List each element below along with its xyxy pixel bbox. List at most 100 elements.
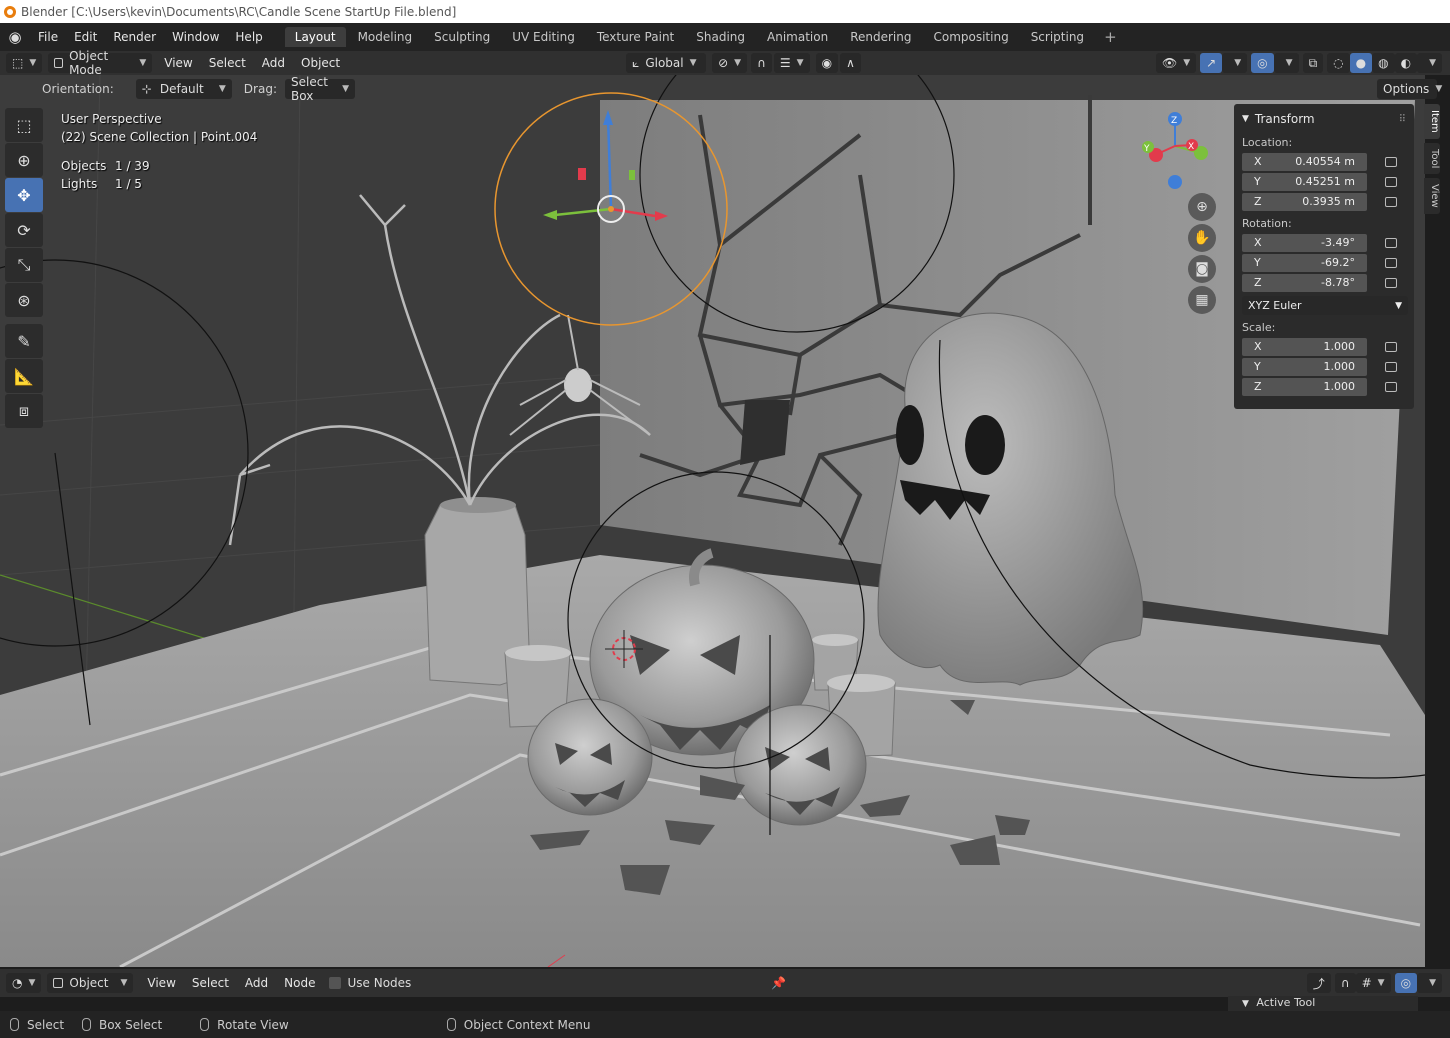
gizmo-toggle-button[interactable]: ↗ <box>1200 53 1223 73</box>
add-cube-icon: ⧈ <box>18 401 30 420</box>
select-box-tool[interactable]: ⬚ <box>5 108 43 142</box>
move-tool[interactable]: ✥ <box>5 178 43 212</box>
mode-select[interactable]: Object Mode ▼ <box>48 49 153 77</box>
menu-view[interactable]: View <box>156 56 200 70</box>
shading-rendered-button[interactable]: ◐ <box>1394 53 1418 73</box>
lock-icon[interactable] <box>1385 176 1397 187</box>
lock-icon[interactable] <box>1385 237 1397 248</box>
transform-header[interactable]: ▼ Transform ⠿ <box>1242 108 1406 130</box>
overlays-dropdown[interactable]: ▼ <box>1273 53 1299 73</box>
snap-toggle-button[interactable]: ∩ <box>751 53 772 73</box>
tab-sculpting[interactable]: Sculpting <box>424 27 500 47</box>
gizmo-dropdown[interactable]: ▼ <box>1222 53 1248 73</box>
proportional-edit-button[interactable]: ◉ <box>815 53 839 73</box>
shading-solid-button[interactable]: ● <box>1349 53 1373 73</box>
overlays-dropdown[interactable]: ▼ <box>1417 973 1442 993</box>
menu-view[interactable]: View <box>139 976 183 990</box>
status-select: Select <box>10 1018 64 1032</box>
visibility-button[interactable]: 👁 ▼ <box>1156 53 1197 73</box>
sidebar-tab-tool[interactable]: Tool <box>1424 142 1440 175</box>
menu-select[interactable]: Select <box>184 976 237 990</box>
ortho-toggle-button[interactable]: ▦ <box>1188 286 1216 314</box>
menu-select[interactable]: Select <box>201 56 254 70</box>
xray-toggle-button[interactable]: ⧉ <box>1302 53 1324 73</box>
magnet-icon: ∩ <box>1340 976 1350 990</box>
location-x-field[interactable]: X 0.40554 m <box>1242 152 1367 171</box>
annotate-tool[interactable]: ✎ <box>5 324 43 358</box>
editor-type-button[interactable]: ◔ ▼ <box>6 973 42 993</box>
parent-node-button[interactable]: ⤴ <box>1306 973 1331 993</box>
use-nodes-checkbox[interactable] <box>329 977 342 989</box>
shading-wireframe-button[interactable]: ◌ <box>1327 53 1350 73</box>
sidebar-tab-view[interactable]: View <box>1424 178 1440 214</box>
tab-rendering[interactable]: Rendering <box>840 27 921 47</box>
transform-tool[interactable]: ⊛ <box>5 283 43 317</box>
pan-button[interactable]: ✋ <box>1188 224 1216 252</box>
lock-icon[interactable] <box>1385 156 1397 167</box>
overlays-toggle-button[interactable]: ◎ <box>1251 53 1274 73</box>
menu-add[interactable]: Add <box>254 56 293 70</box>
cursor-tool[interactable]: ⊕ <box>5 143 43 177</box>
location-z-field[interactable]: Z 0.3935 m <box>1242 192 1367 211</box>
scale-z-field[interactable]: Z 1.000 <box>1242 377 1367 396</box>
rotation-z-field[interactable]: Z -8.78° <box>1242 273 1367 292</box>
orientation-select[interactable]: ⊹ Default ▼ <box>135 79 232 99</box>
blender-menu-icon[interactable]: ◉ <box>0 28 30 46</box>
snap-increment-icon: ☰ <box>779 56 791 70</box>
active-tool-panel[interactable]: ▼ Active Tool <box>1228 996 1418 1011</box>
scale-y-field[interactable]: Y 1.000 <box>1242 357 1367 376</box>
camera-view-button[interactable]: ◙ <box>1188 255 1216 283</box>
falloff-button[interactable]: ∧ <box>840 53 861 73</box>
menu-file[interactable]: File <box>30 30 66 44</box>
lock-icon[interactable] <box>1385 361 1397 372</box>
rotate-tool[interactable]: ⟳ <box>5 213 43 247</box>
drag-select[interactable]: Select Box ▼ <box>284 75 355 103</box>
options-button[interactable]: Options ▼ <box>1377 79 1442 99</box>
tab-modeling[interactable]: Modeling <box>348 27 423 47</box>
menu-help[interactable]: Help <box>227 30 270 44</box>
scale-tool[interactable]: ⤡ <box>5 248 43 282</box>
rotation-mode-select[interactable]: XYZ Euler ▼ <box>1242 296 1408 315</box>
tab-scripting[interactable]: Scripting <box>1021 27 1094 47</box>
tab-texture-paint[interactable]: Texture Paint <box>587 27 684 47</box>
drag-handle-icon[interactable]: ⠿ <box>1399 114 1406 125</box>
use-nodes-toggle[interactable]: Use Nodes <box>329 976 411 990</box>
material-sphere-icon: ◍ <box>1378 56 1389 70</box>
measure-tool[interactable]: 📐 <box>5 359 43 393</box>
add-workspace-button[interactable]: + <box>1096 28 1125 46</box>
editor-type-button[interactable]: ⬚ ▼ <box>6 53 43 73</box>
menu-edit[interactable]: Edit <box>66 30 105 44</box>
snap-element-button[interactable]: # ▼ <box>1355 973 1391 993</box>
menu-object[interactable]: Object <box>293 56 348 70</box>
shading-material-button[interactable]: ◍ <box>1372 53 1395 73</box>
snap-toggle-button[interactable]: ∩ <box>1334 973 1356 993</box>
rotation-y-field[interactable]: Y -69.2° <box>1242 253 1367 272</box>
menu-render[interactable]: Render <box>105 30 164 44</box>
menu-window[interactable]: Window <box>164 30 227 44</box>
tab-animation[interactable]: Animation <box>757 27 838 47</box>
pin-icon[interactable]: 📌 <box>771 976 786 990</box>
tab-layout[interactable]: Layout <box>284 27 346 47</box>
tab-uv-editing[interactable]: UV Editing <box>502 27 585 47</box>
location-y-field[interactable]: Y 0.45251 m <box>1242 172 1367 191</box>
tab-compositing[interactable]: Compositing <box>923 27 1018 47</box>
sidebar-tab-item[interactable]: Item <box>1424 104 1440 139</box>
zoom-button[interactable]: ⊕ <box>1188 193 1216 221</box>
shading-dropdown[interactable]: ▼ <box>1417 53 1442 73</box>
add-cube-tool[interactable]: ⧈ <box>5 394 43 428</box>
snap-target-button[interactable]: ☰ ▼ <box>773 53 810 73</box>
lock-icon[interactable] <box>1385 257 1397 268</box>
shader-type-select[interactable]: Object ▼ <box>47 973 134 993</box>
scale-x-field[interactable]: X 1.000 <box>1242 337 1367 356</box>
transform-orientation-select[interactable]: ⟀ Global ▼ <box>626 53 707 73</box>
tab-shading[interactable]: Shading <box>686 27 755 47</box>
lock-icon[interactable] <box>1385 341 1397 352</box>
pivot-point-button[interactable]: ⊘ ▼ <box>712 53 748 73</box>
menu-node[interactable]: Node <box>276 976 323 990</box>
lock-icon[interactable] <box>1385 196 1397 207</box>
rotation-x-field[interactable]: X -3.49° <box>1242 233 1367 252</box>
lock-icon[interactable] <box>1385 381 1397 392</box>
overlays-toggle-button[interactable]: ◎ <box>1394 973 1418 993</box>
menu-add[interactable]: Add <box>237 976 276 990</box>
lock-icon[interactable] <box>1385 277 1397 288</box>
